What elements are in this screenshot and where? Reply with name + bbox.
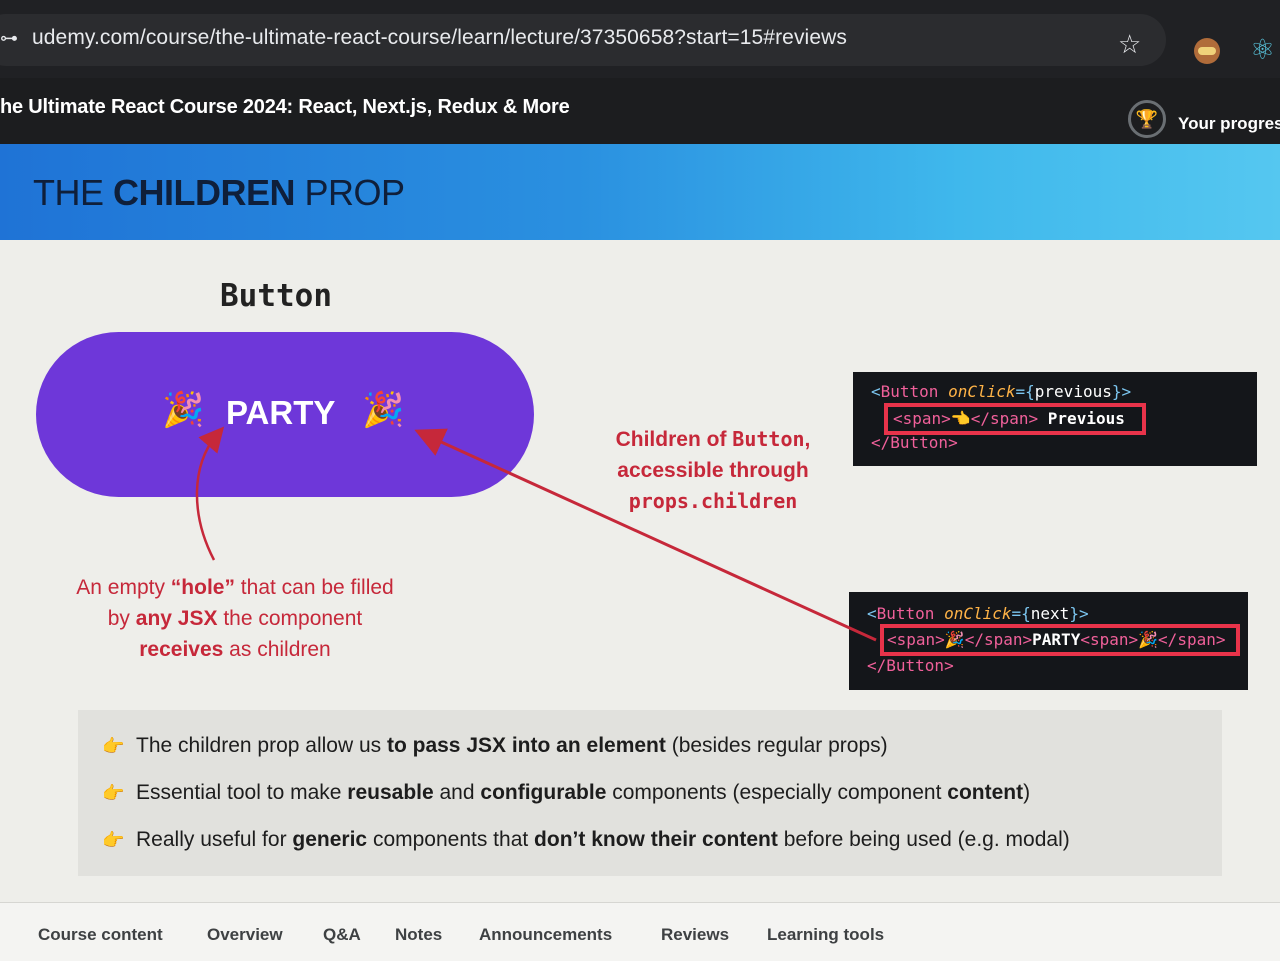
progress-label[interactable]: Your progress xyxy=(1178,114,1280,134)
extension-icon[interactable] xyxy=(1194,38,1220,64)
list-item: 👉 Essential tool to make reusable and con… xyxy=(102,781,1031,804)
url-text[interactable]: udemy.com/course/the-ultimate-react-cour… xyxy=(32,26,847,50)
arrow-children xyxy=(414,428,877,642)
tab-course-content[interactable]: Course content xyxy=(38,925,163,945)
list-item: 👉 Really useful for generic components th… xyxy=(102,828,1070,851)
bookmark-star-icon[interactable]: ☆ xyxy=(1118,31,1141,57)
react-devtools-icon[interactable]: ⚛ xyxy=(1250,36,1275,64)
hand-pointer-icon: 👉 xyxy=(102,783,125,803)
tab-learning-tools[interactable]: Learning tools xyxy=(767,925,884,945)
lecture-slide[interactable]: THE CHILDREN PROP Button 🎉 PARTY 🎉 Child… xyxy=(0,144,1280,902)
tab-qa[interactable]: Q&A xyxy=(323,925,361,945)
tab-overview[interactable]: Overview xyxy=(207,925,283,945)
browser-toolbar: ⊶ udemy.com/course/the-ultimate-react-co… xyxy=(0,0,1280,78)
hand-pointer-icon: 👉 xyxy=(102,736,125,756)
site-info-icon[interactable]: ⊶ xyxy=(0,28,18,49)
course-title[interactable]: he Ultimate React Course 2024: React, Ne… xyxy=(0,96,570,119)
course-header: he Ultimate React Course 2024: React, Ne… xyxy=(0,78,1280,144)
course-tabs: Course content Overview Q&A Notes Announ… xyxy=(0,902,1280,961)
hand-pointer-icon: 👉 xyxy=(102,830,125,850)
tab-reviews[interactable]: Reviews xyxy=(661,925,729,945)
arrow-hole xyxy=(195,426,225,561)
trophy-icon[interactable]: 🏆 xyxy=(1128,100,1166,138)
bullet-list: 👉 The children prop allow us to pass JSX … xyxy=(78,710,1222,876)
tab-notes[interactable]: Notes xyxy=(395,925,442,945)
tab-announcements[interactable]: Announcements xyxy=(479,925,612,945)
list-item: 👉 The children prop allow us to pass JSX … xyxy=(102,734,888,757)
